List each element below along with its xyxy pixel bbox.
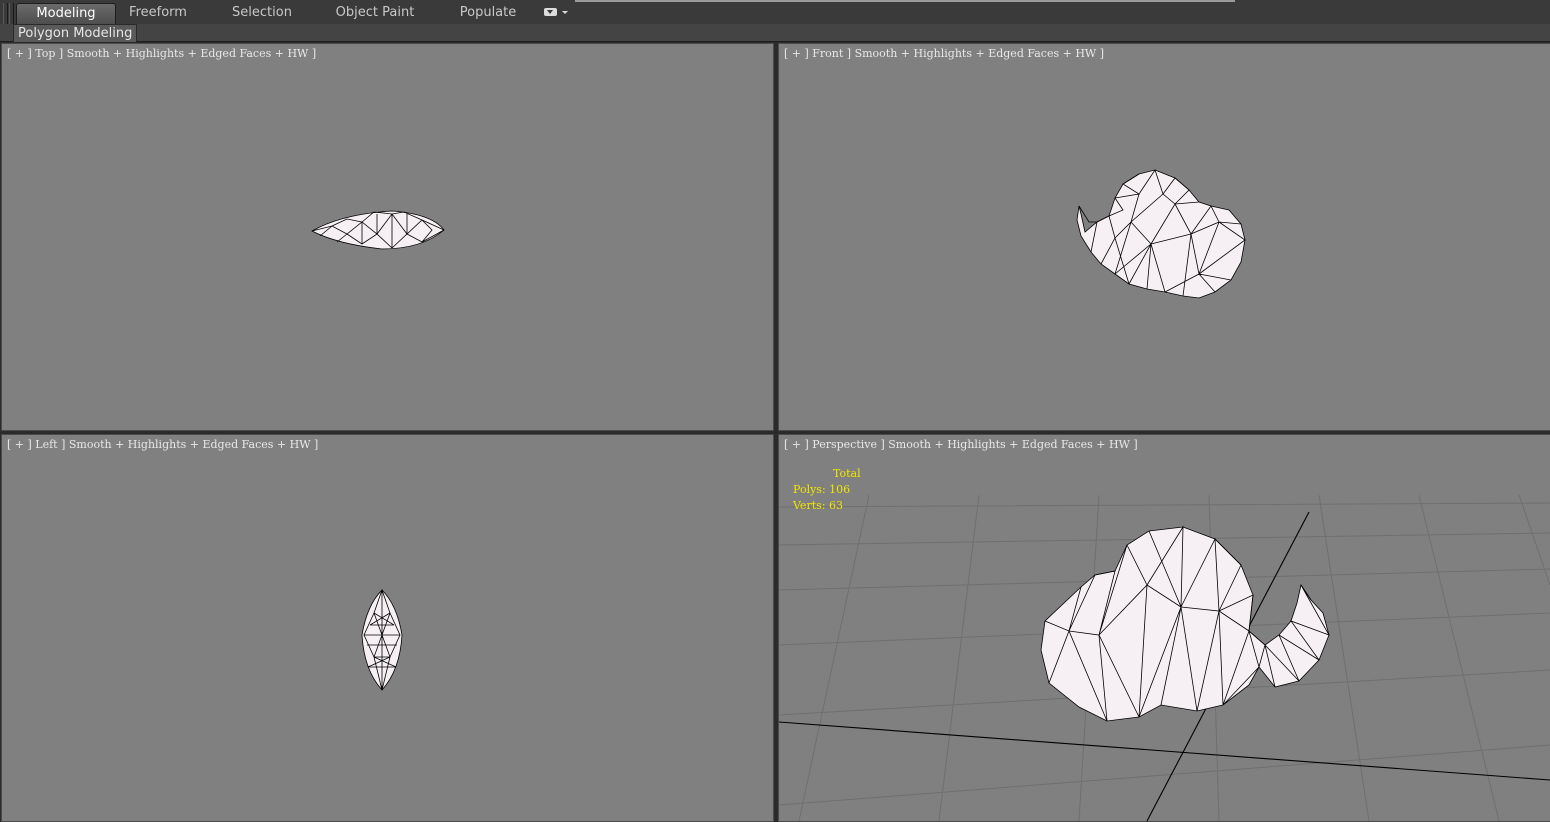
stats-polys: Polys: 106 (793, 483, 851, 496)
top-view-canvas (311, 210, 445, 250)
viewport-front[interactable]: [ + ] Front ] Smooth + Highlights + Edge… (778, 43, 1550, 431)
top-view-mesh (311, 210, 445, 250)
scene-statistics: Total Polys: 106 Verts: 63 (793, 466, 861, 514)
tab-populate[interactable]: Populate (448, 3, 528, 23)
ribbon-top-divider (575, 0, 1235, 2)
front-view-mesh (1076, 169, 1246, 299)
ribbon-bar: Modeling Freeform Selection Object Paint… (0, 0, 1550, 39)
left-view-canvas (361, 588, 403, 691)
perspective-view-canvas (779, 494, 1550, 821)
viewport-front-label[interactable]: [ + ] Front ] Smooth + Highlights + Edge… (784, 47, 1104, 60)
viewport-left[interactable]: [ + ] Left ] Smooth + Highlights + Edged… (1, 434, 774, 822)
viewport-left-label[interactable]: [ + ] Left ] Smooth + Highlights + Edged… (7, 438, 318, 451)
viewport-top-label[interactable]: [ + ] Top ] Smooth + Highlights + Edged … (7, 47, 316, 60)
ribbon-options-icon (544, 8, 557, 16)
tab-selection[interactable]: Selection (222, 3, 302, 23)
tab-modeling[interactable]: Modeling (16, 3, 116, 24)
viewport-perspective-label[interactable]: [ + ] Perspective ] Smooth + Highlights … (784, 438, 1138, 451)
viewport-perspective[interactable]: [ + ] Perspective ] Smooth + Highlights … (778, 434, 1550, 822)
chevron-down-icon (562, 11, 568, 14)
stats-verts: Verts: 63 (793, 499, 843, 512)
ribbon-options-dropdown[interactable] (543, 6, 571, 20)
polygon-modeling-toggle[interactable]: Polygon Modeling (13, 24, 138, 43)
front-view-canvas (1076, 169, 1246, 299)
tab-object-paint[interactable]: Object Paint (330, 3, 420, 23)
tab-freeform[interactable]: Freeform (118, 3, 198, 23)
stats-total-header: Total (833, 467, 861, 480)
left-view-mesh (361, 588, 403, 691)
ribbon-subpanel (0, 24, 1550, 42)
viewport-top[interactable]: [ + ] Top ] Smooth + Highlights + Edged … (1, 43, 774, 431)
